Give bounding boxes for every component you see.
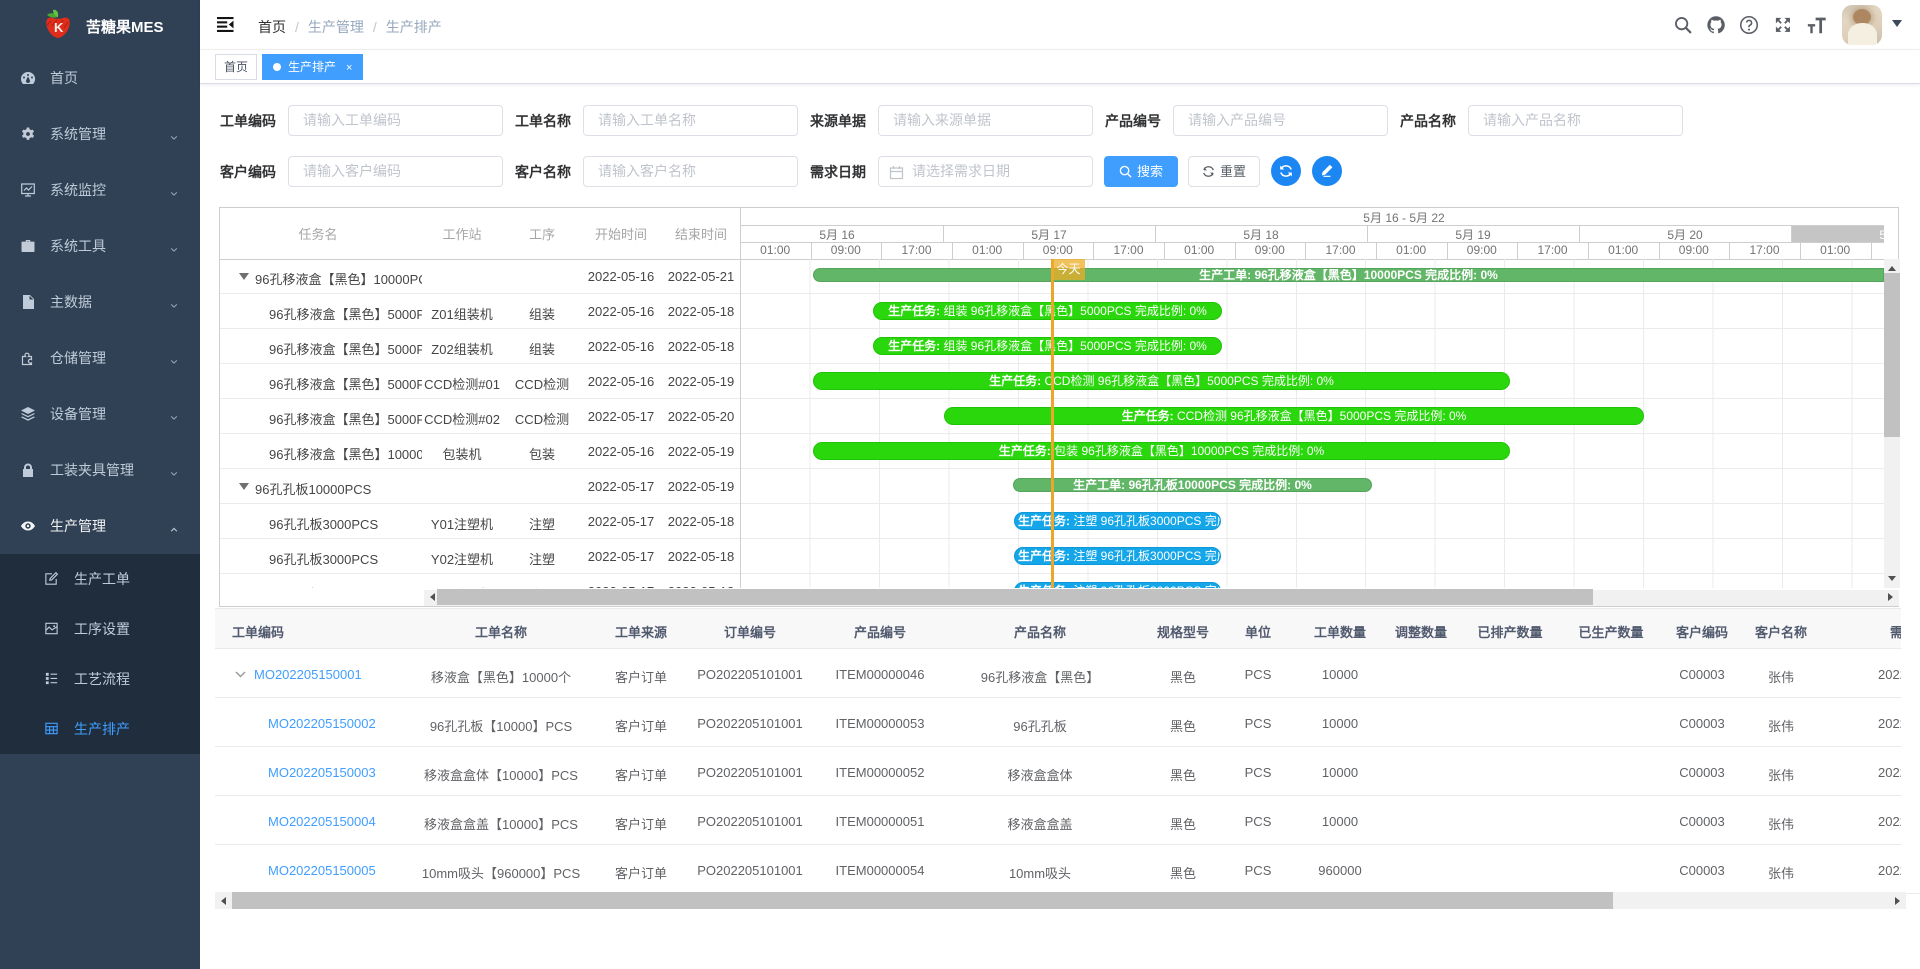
svg-text:K: K: [54, 20, 64, 35]
